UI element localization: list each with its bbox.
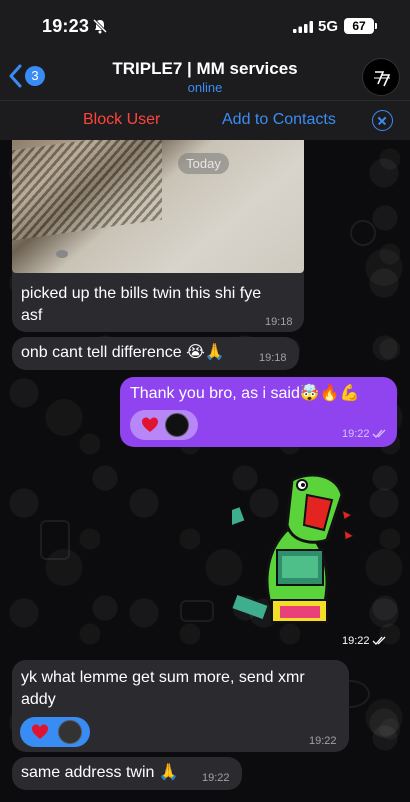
message-text: onb cant tell difference 😭🙏 [21,344,225,361]
double-check-icon [372,636,386,645]
action-bar: Block User Add to Contacts [0,100,410,140]
date-chip: Today [178,153,229,174]
message-time: 19:22 [342,635,370,647]
doodle [180,600,214,622]
doodle [350,220,376,246]
online-status: online [187,80,223,95]
reaction-pill[interactable] [20,717,90,747]
heart-icon [32,724,48,739]
chat-title[interactable]: TRIPLE7 | MM services [0,59,410,79]
status-time: 19:23 [42,16,90,36]
message-text: Thank you bro, as i said🤯🔥💪 [130,385,360,402]
signal-icon [293,21,313,33]
message-text: asf [21,307,43,324]
reactor-avatar [165,413,189,437]
message-text: addy [21,691,56,708]
close-icon[interactable] [372,110,393,131]
photo-attachment[interactable] [12,140,304,273]
battery-indicator: 67 [344,18,374,34]
message-time: 19:22 [202,772,230,784]
status-bar: 19:23 5G 67 [0,0,410,54]
dinosaur-money-sticker[interactable] [232,470,367,640]
doodle [40,520,70,560]
add-to-contacts-button[interactable]: Add to Contacts [222,111,336,129]
avatar[interactable] [362,58,400,96]
avatar-logo-icon [374,71,391,87]
network-type: 5G [318,18,339,35]
message-text: picked up the bills twin this shi fye [21,285,262,302]
double-check-icon [372,429,386,438]
block-user-button[interactable]: Block User [83,111,160,129]
reaction-pill[interactable] [130,410,198,440]
reactor-avatar [58,720,82,744]
battery-tip [375,23,377,29]
heart-icon [142,417,158,432]
bell-slash-icon [92,18,108,34]
message-time: 19:22 [342,428,370,440]
message-text: same address twin 🙏 [21,764,179,781]
message-time: 19:22 [309,735,337,747]
message-text: yk what lemme get sum more, send xmr [21,669,305,686]
message-time: 19:18 [259,352,287,364]
chat-header: 3 TRIPLE7 | MM services online [0,54,410,100]
message-time: 19:18 [265,316,293,328]
